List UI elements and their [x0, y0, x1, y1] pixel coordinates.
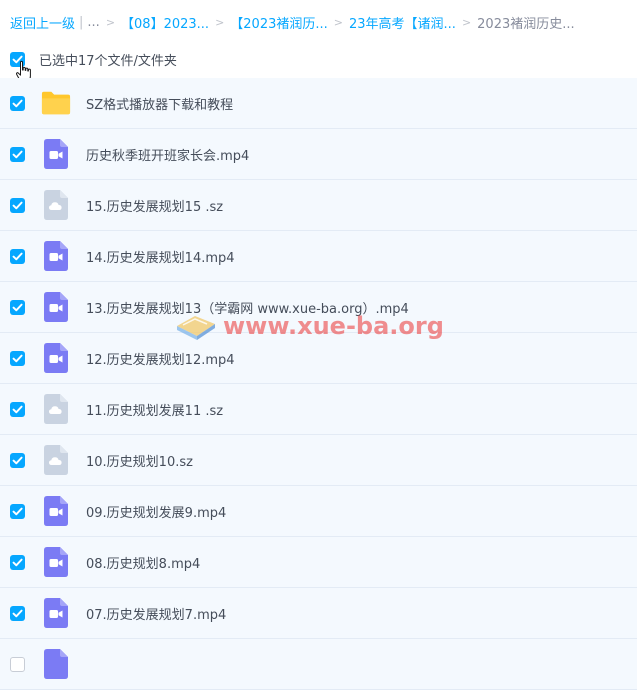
row-checkbox[interactable]	[10, 146, 25, 162]
file-list: SZ格式播放器下载和教程 历史秋季班开班家长会.mp4 15.历史发展规划15 …	[0, 78, 637, 690]
file-name[interactable]: 10.历史规划10.sz	[86, 451, 193, 470]
breadcrumb: 返回上一级 | ... > 【08】2023... > 【2023褚润历... …	[10, 12, 575, 32]
checkmark-icon	[12, 303, 23, 311]
checkmark-icon	[12, 354, 23, 362]
file-name[interactable]: 12.历史发展规划12.mp4	[86, 349, 235, 368]
file-name[interactable]: 历史秋季班开班家长会.mp4	[86, 145, 249, 164]
cloud-file-icon	[41, 189, 71, 221]
list-item[interactable]: 09.历史规划发展9.mp4	[0, 486, 637, 537]
chevron-right-icon: >	[105, 15, 116, 29]
checkmark-icon	[12, 507, 23, 515]
video-file-icon	[41, 240, 71, 272]
row-checkbox[interactable]	[10, 248, 25, 264]
breadcrumb-ellipsis[interactable]: ...	[87, 15, 99, 30]
file-name[interactable]: 13.历史发展规划13（学霸网 www.xue-ba.org）.mp4	[86, 298, 409, 317]
list-item[interactable]: 历史秋季班开班家长会.mp4	[0, 129, 637, 180]
row-checkbox[interactable]	[10, 605, 25, 621]
selection-count-text: 已选中17个文件/文件夹	[39, 53, 177, 69]
row-checkbox[interactable]	[10, 554, 25, 570]
row-checkbox[interactable]	[10, 299, 25, 315]
file-name[interactable]: 14.历史发展规划14.mp4	[86, 247, 235, 266]
breadcrumb-divider: |	[79, 14, 84, 30]
video-file-icon	[41, 648, 71, 680]
list-item[interactable]	[0, 639, 637, 690]
list-item[interactable]: 07.历史发展规划7.mp4	[0, 588, 637, 639]
video-file-icon	[41, 597, 71, 629]
checkmark-icon	[12, 201, 23, 209]
list-item[interactable]: 13.历史发展规划13（学霸网 www.xue-ba.org）.mp4	[0, 282, 637, 333]
checkmark-icon	[12, 558, 23, 566]
checkmark-icon	[12, 252, 23, 260]
file-name[interactable]: 07.历史发展规划7.mp4	[86, 604, 226, 623]
list-item[interactable]: 12.历史发展规划12.mp4	[0, 333, 637, 384]
folder-icon	[41, 87, 71, 119]
row-checkbox[interactable]	[10, 401, 25, 417]
checkmark-icon	[12, 405, 23, 413]
video-file-icon	[41, 291, 71, 323]
video-file-icon	[41, 546, 71, 578]
row-checkbox[interactable]	[10, 350, 25, 366]
list-item[interactable]: 15.历史发展规划15 .sz	[0, 180, 637, 231]
breadcrumb-item[interactable]: 23年高考【诸润...	[349, 13, 456, 32]
row-checkbox[interactable]	[10, 503, 25, 519]
breadcrumb-current: 2023褚润历史...	[477, 16, 575, 32]
row-checkbox[interactable]	[10, 95, 25, 111]
row-checkbox[interactable]	[10, 197, 25, 213]
row-checkbox[interactable]	[10, 452, 25, 468]
video-file-icon	[41, 342, 71, 374]
checkmark-icon	[12, 99, 23, 107]
breadcrumb-item[interactable]: 【08】2023...	[121, 13, 209, 32]
list-item[interactable]: 11.历史规划发展11 .sz	[0, 384, 637, 435]
breadcrumb-item[interactable]: 【2023褚润历...	[230, 13, 327, 32]
chevron-right-icon: >	[215, 15, 225, 29]
cloud-file-icon	[41, 444, 71, 476]
checkmark-icon	[12, 456, 23, 464]
chevron-right-icon: >	[333, 15, 343, 29]
cloud-file-icon	[41, 393, 71, 425]
checkmark-icon	[12, 150, 23, 158]
video-file-icon	[41, 495, 71, 527]
checkmark-icon	[12, 609, 23, 617]
file-name[interactable]: 08.历史规划8.mp4	[86, 553, 200, 572]
file-name[interactable]: 09.历史规划发展9.mp4	[86, 502, 226, 521]
list-item[interactable]: SZ格式播放器下载和教程	[0, 78, 637, 129]
list-item[interactable]: 10.历史规划10.sz	[0, 435, 637, 486]
file-name[interactable]: 15.历史发展规划15 .sz	[86, 196, 223, 215]
list-item[interactable]: 14.历史发展规划14.mp4	[0, 231, 637, 282]
back-link[interactable]: 返回上一级	[10, 13, 75, 32]
list-item[interactable]: 08.历史规划8.mp4	[0, 537, 637, 588]
row-checkbox[interactable]	[10, 656, 25, 672]
file-name[interactable]: SZ格式播放器下载和教程	[86, 94, 233, 113]
video-file-icon	[41, 138, 71, 170]
chevron-right-icon: >	[461, 15, 472, 29]
selection-bar: 已选中17个文件/文件夹	[0, 46, 637, 72]
file-name[interactable]: 11.历史规划发展11 .sz	[86, 400, 223, 419]
